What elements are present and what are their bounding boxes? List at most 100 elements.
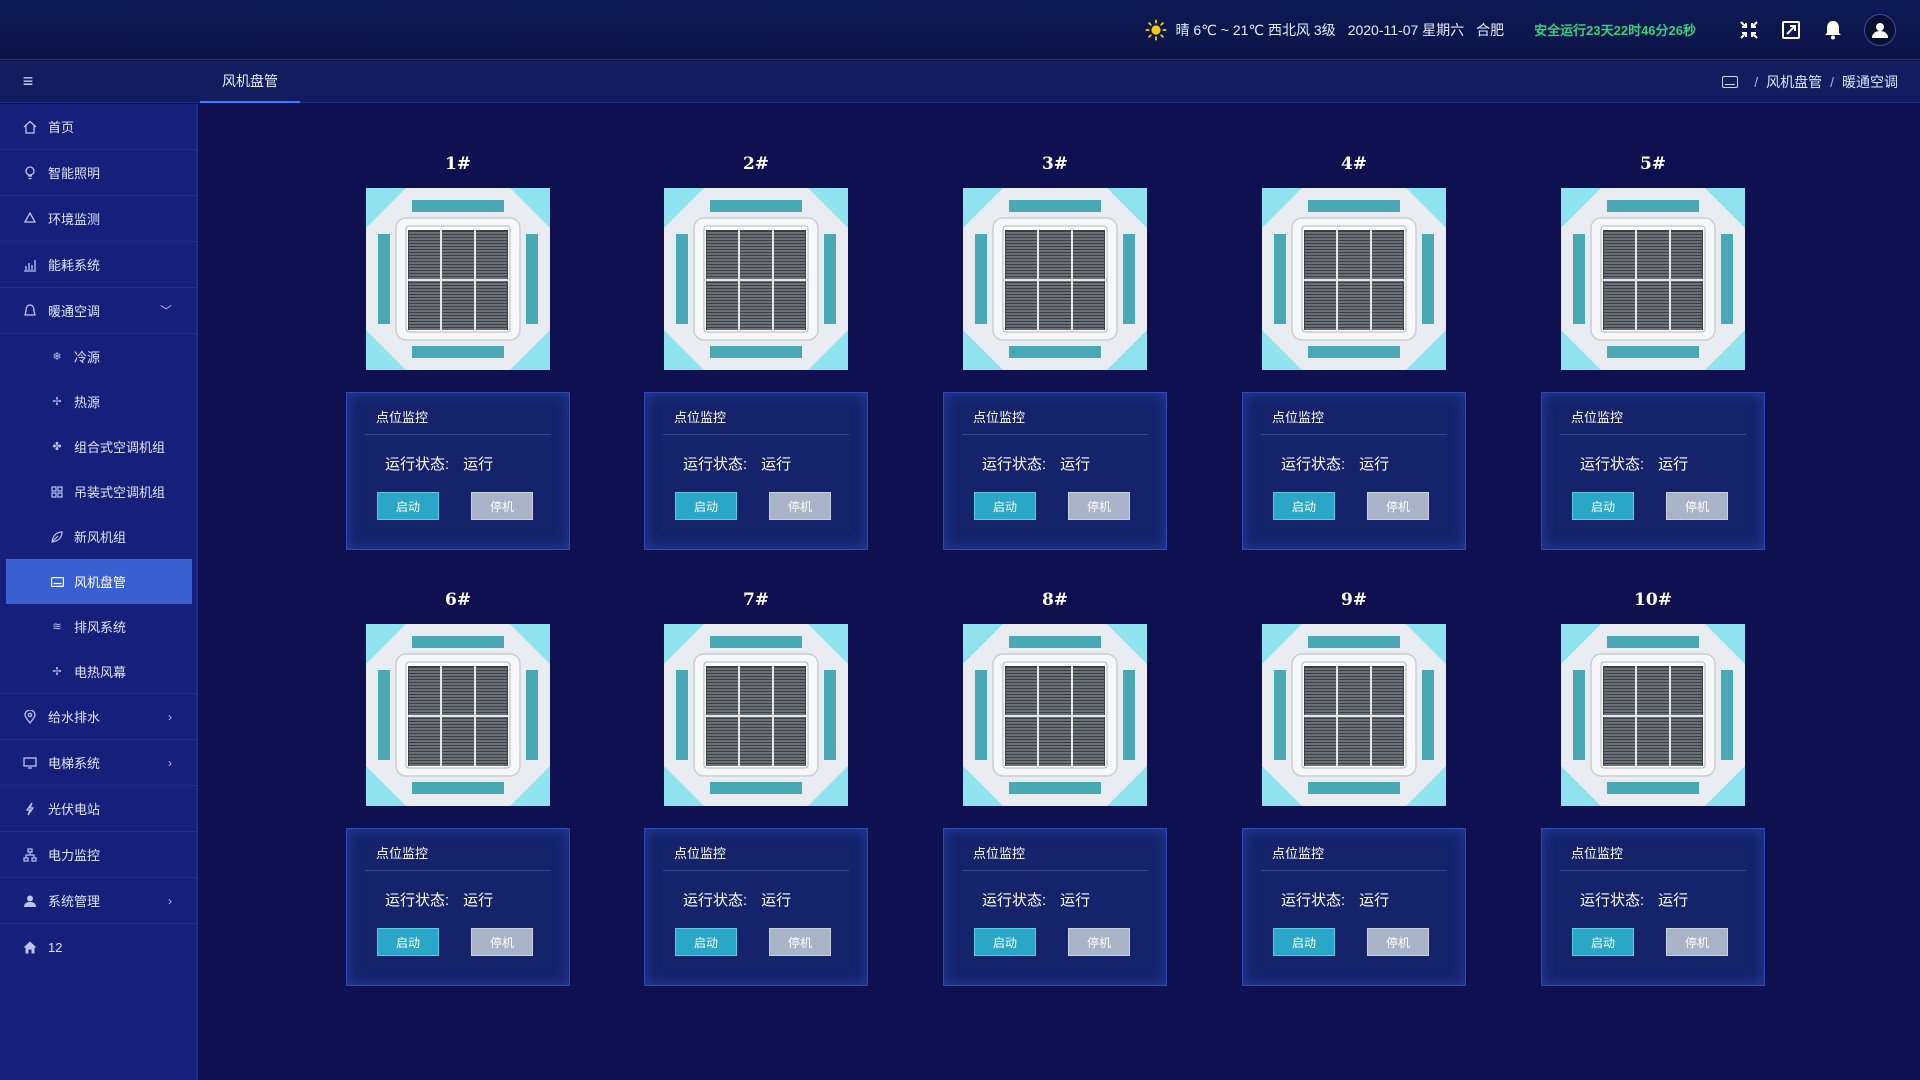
status-value: 运行 (463, 892, 494, 909)
stop-button[interactable]: 停机 (1367, 492, 1429, 520)
point-monitor-panel: 点位监控 运行状态: 运行 启动 停机 (1541, 828, 1765, 986)
stop-button[interactable]: 停机 (769, 492, 831, 520)
unit-title: 9# (1340, 590, 1368, 610)
breadcrumb-item[interactable]: 暖通空调 (1842, 72, 1898, 92)
sidebar-item-hvac[interactable]: 暖通空调 ﹀ (0, 288, 196, 334)
sidebar-subitem-combined-ahu[interactable]: ✤ 组合式空调机组 (0, 424, 196, 469)
start-button[interactable]: 启动 (1572, 928, 1634, 956)
stop-button[interactable]: 停机 (1666, 492, 1728, 520)
start-button[interactable]: 启动 (1273, 928, 1335, 956)
point-monitor-panel: 点位监控 运行状态: 运行 启动 停机 (346, 828, 570, 986)
start-button[interactable]: 启动 (675, 928, 737, 956)
button-row: 启动 停机 (1560, 492, 1746, 520)
status-value: 运行 (1060, 892, 1091, 909)
unit-title: 1# (444, 154, 472, 174)
start-button[interactable]: 启动 (377, 928, 439, 956)
panel-title: 点位监控 (1560, 403, 1746, 435)
menu-toggle-icon[interactable]: ≡ (0, 61, 56, 103)
sidebar-subitem-fresh-air[interactable]: 新风机组 (0, 514, 196, 559)
sidebar-item-water[interactable]: 给水排水 › (0, 694, 196, 740)
sidebar-subitem-hanging-ahu[interactable]: 吊装式空调机组 (0, 469, 196, 514)
point-monitor-panel: 点位监控 运行状态: 运行 启动 停机 (1242, 392, 1466, 550)
tab-fan-coil[interactable]: 风机盘管 (200, 61, 300, 103)
start-button[interactable]: 启动 (974, 492, 1036, 520)
status-value: 运行 (1060, 456, 1091, 473)
safe-run-counter: 安全运行23天22时46分26秒 (1534, 23, 1696, 38)
status-value: 运行 (761, 456, 792, 473)
stop-button[interactable]: 停机 (471, 928, 533, 956)
status-value: 运行 (1359, 892, 1390, 909)
stop-button[interactable]: 停机 (1068, 492, 1130, 520)
stop-button[interactable]: 停机 (769, 928, 831, 956)
status-label: 运行状态: (385, 456, 450, 473)
top-icons (1720, 13, 1896, 46)
status-row: 运行状态: 运行 (1560, 889, 1746, 910)
unit-title: 2# (742, 154, 770, 174)
stop-button[interactable]: 停机 (471, 492, 533, 520)
sidebar-item-pv[interactable]: 光伏电站 (0, 786, 196, 832)
status-label: 运行状态: (385, 892, 450, 909)
button-row: 启动 停机 (365, 928, 551, 956)
expand-icon[interactable] (1778, 17, 1804, 43)
start-button[interactable]: 启动 (974, 928, 1036, 956)
network-icon (22, 847, 38, 863)
stop-button[interactable]: 停机 (1666, 928, 1728, 956)
fan-coil-unit-4: 4# 点位监控 运行状态: 运行 启动 停机 (1242, 154, 1466, 550)
grid-icon (50, 485, 64, 499)
status-row: 运行状态: 运行 (663, 889, 849, 910)
unit-title: 7# (742, 590, 770, 610)
sidebar-subitem-fan-coil[interactable]: 风机盘管 (6, 559, 192, 604)
sidebar-item-label: 光伏电站 (48, 802, 101, 817)
sidebar-item-environment[interactable]: 环境监测 (0, 196, 196, 242)
sidebar-item-system[interactable]: 系统管理 › (0, 878, 196, 924)
status-row: 运行状态: 运行 (1261, 453, 1447, 474)
sidebar-item-lighting[interactable]: 智能照明 (0, 150, 196, 196)
status-label: 运行状态: (1281, 456, 1346, 473)
point-monitor-panel: 点位监控 运行状态: 运行 启动 停机 (644, 828, 868, 986)
sidebar-item-elevator[interactable]: 电梯系统 › (0, 740, 196, 786)
fan-coil-unit-9: 9# 点位监控 运行状态: 运行 启动 停机 (1242, 590, 1466, 986)
fan-icon: ✢ (52, 396, 62, 408)
unit-title: 3# (1041, 154, 1069, 174)
sidebar-subitem-label: 电热风幕 (74, 664, 127, 680)
sidebar-item-power[interactable]: 电力监控 (0, 832, 196, 878)
chevron-right-icon: › (168, 893, 172, 908)
user-avatar[interactable] (1864, 13, 1896, 46)
start-button[interactable]: 启动 (377, 492, 439, 520)
breadcrumb-item[interactable]: 风机盘管 (1766, 72, 1822, 92)
start-button[interactable]: 启动 (1273, 492, 1335, 520)
start-button[interactable]: 启动 (1572, 492, 1634, 520)
sidebar-subitem-exhaust[interactable]: ≋ 排风系统 (0, 604, 196, 649)
point-monitor-panel: 点位监控 运行状态: 运行 启动 停机 (346, 392, 570, 550)
unit-title: 8# (1041, 590, 1069, 610)
bell-icon[interactable] (1820, 17, 1846, 43)
button-row: 启动 停机 (1261, 492, 1447, 520)
sidebar-item-label: 给水排水 (48, 710, 101, 725)
stop-button[interactable]: 停机 (1367, 928, 1429, 956)
stop-button[interactable]: 停机 (1068, 928, 1130, 956)
cassette-ac-image (1561, 624, 1745, 806)
bulb-icon (22, 165, 38, 181)
sidebar-subitem-cold-source[interactable]: ❄ 冷源 (0, 334, 196, 379)
point-monitor-panel: 点位监控 运行状态: 运行 启动 停机 (644, 392, 868, 550)
status-label: 运行状态: (982, 892, 1047, 909)
button-row: 启动 停机 (663, 928, 849, 956)
sidebar-item-12[interactable]: 12 (0, 924, 196, 970)
wind-icon: ≋ (52, 621, 62, 633)
chevron-right-icon: › (168, 755, 172, 770)
sidebar-item-energy[interactable]: 能耗系统 (0, 242, 196, 288)
panel-title: 点位监控 (365, 403, 551, 435)
point-monitor-panel: 点位监控 运行状态: 运行 启动 停机 (943, 392, 1167, 550)
sidebar-item-home[interactable]: 首页 (0, 104, 196, 150)
compress-icon[interactable] (1736, 17, 1762, 43)
sidebar-subitem-air-curtain[interactable]: ✢ 电热风幕 (0, 649, 196, 694)
start-button[interactable]: 启动 (675, 492, 737, 520)
fan-coil-unit-1: 1# 点位监控 运行状态: 运行 启动 停机 (346, 154, 570, 550)
fan-coil-unit-10: 10# 点位监控 运行状态: 运行 启动 停机 (1541, 590, 1765, 986)
status-row: 运行状态: 运行 (365, 453, 551, 474)
status-row: 运行状态: 运行 (365, 889, 551, 910)
status-value: 运行 (1359, 456, 1390, 473)
fan-coil-grid: 1# 点位监控 运行状态: 运行 启动 停机 2# 点位监控 运行状态: 运行 … (200, 104, 1920, 1080)
location-icon (22, 709, 38, 725)
sidebar-subitem-heat-source[interactable]: ✢ 热源 (0, 379, 196, 424)
